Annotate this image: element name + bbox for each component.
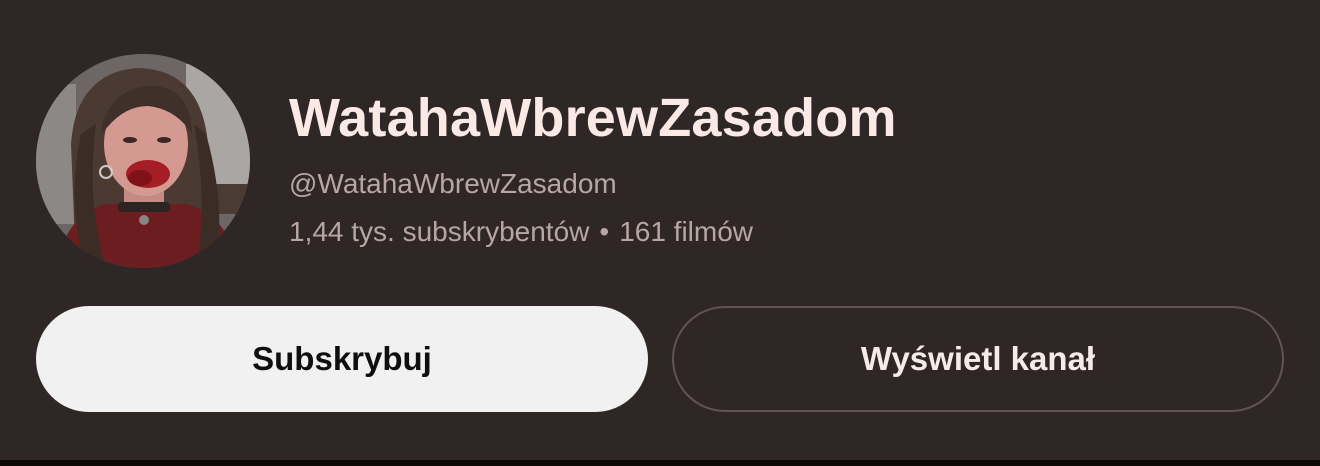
subscribe-button[interactable]: Subskrybuj [36,306,648,412]
bottom-divider [0,460,1320,466]
view-channel-button-label: Wyświetl kanał [860,340,1096,377]
stats-separator: • [599,216,610,247]
channel-avatar[interactable] [36,54,250,268]
video-count: 161 filmów [619,216,754,247]
subscriber-count: 1,44 tys. subskrybentów [289,216,590,247]
channel-stats: 1,44 tys. subskrybentów • 161 filmów [289,214,897,250]
view-channel-button[interactable]: Wyświetl kanał [672,306,1284,412]
avatar-image [36,54,250,268]
channel-info: WatahaWbrewZasadom @WatahaWbrewZasadom 1… [289,80,897,250]
channel-handle: @WatahaWbrewZasadom [289,168,617,199]
channel-name[interactable]: WatahaWbrewZasadom [289,80,897,156]
subscribe-button-label: Subskrybuj [252,340,432,377]
channel-card: WatahaWbrewZasadom @WatahaWbrewZasadom 1… [0,0,1320,466]
